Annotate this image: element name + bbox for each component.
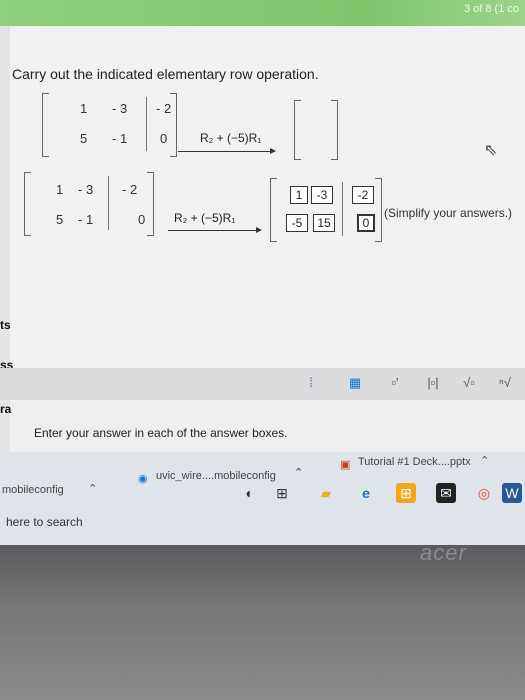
download-item[interactable]: Tutorial #1 Deck....pptx — [358, 456, 471, 468]
superscript-icon[interactable]: ▫' — [386, 374, 404, 392]
chevron-up-icon[interactable]: ⌃ — [294, 466, 303, 479]
matrix-cell: - 2 — [156, 101, 172, 116]
brand-logo: acer — [420, 540, 467, 565]
browser-file-icon: ◉ — [138, 473, 148, 485]
microphone-icon[interactable]: ◖ — [238, 483, 258, 503]
task-view-icon[interactable]: ⊞ — [272, 483, 292, 503]
top-bar: 3 of 8 (1 co — [0, 0, 525, 26]
word-icon[interactable]: W — [502, 483, 522, 503]
question-result-matrix — [294, 100, 338, 160]
mouse-cursor-icon: ⇖ — [484, 142, 498, 159]
answer-box-r2c2[interactable]: 15 — [313, 214, 335, 232]
taskbar-search[interactable]: here to search — [6, 515, 83, 529]
simplify-hint: (Simplify your answers.) — [384, 206, 513, 220]
matrix-cell: 1 — [56, 182, 64, 197]
question-prompt: Carry out the indicated elementary row o… — [12, 66, 319, 82]
matrix-cell: - 3 — [112, 101, 128, 116]
side-label-points: ts — [0, 318, 11, 332]
store-icon[interactable]: ⊞ — [396, 483, 416, 503]
chevron-up-icon[interactable]: ⌃ — [88, 482, 97, 495]
matrix-cell: - 1 — [78, 212, 94, 227]
matrix-cell: 5 — [80, 131, 88, 146]
chevron-up-icon[interactable]: ⌃ — [480, 454, 489, 467]
answer-box-r2c3[interactable]: 0 — [357, 214, 375, 232]
screen: 3 of 8 (1 co Carry out the indicated ele… — [0, 0, 525, 545]
matrix-cell: - 1 — [112, 131, 128, 146]
row-operation: R₂ + (−5)R₁ — [200, 131, 262, 145]
arrow — [168, 227, 262, 233]
powerpoint-icon: ▣ — [340, 459, 351, 471]
matrix-cell: 0 — [160, 131, 168, 146]
question-matrix: 1 - 3 - 2 5 - 1 0 — [42, 93, 177, 157]
abs-icon[interactable]: |▫| — [424, 374, 442, 392]
download-item[interactable]: mobileconfig — [2, 484, 64, 496]
answer-instruction-area: Enter your answer in each of the answer … — [12, 402, 525, 452]
nth-root-icon[interactable]: ⁿ√ — [496, 374, 514, 392]
matrix-cell: 0 — [138, 212, 146, 227]
matrix-icon[interactable]: ▦ — [346, 374, 364, 392]
download-item[interactable]: uvic_wire....mobileconfig — [156, 470, 276, 482]
matrix-cell: 1 — [80, 101, 88, 116]
matrix-cell: 5 — [56, 212, 64, 227]
matrix-cell: - 2 — [122, 182, 138, 197]
mail-icon[interactable]: ✉ — [436, 483, 456, 503]
file-explorer-icon[interactable]: ▰ — [316, 483, 336, 503]
answer-box-r1c3[interactable]: -2 — [352, 186, 374, 204]
answer-box-r2c1[interactable]: -5 — [286, 214, 308, 232]
arrow — [178, 148, 276, 154]
answer-instruction: Enter your answer in each of the answer … — [34, 426, 288, 440]
answer-box-r1c2[interactable]: -3 — [311, 186, 333, 204]
sqrt-icon[interactable]: √▫ — [460, 374, 478, 392]
answer-left-matrix: 1 - 3 - 2 5 - 1 0 — [24, 172, 154, 236]
row-operation: R₂ + (−5)R₁ — [174, 211, 236, 225]
matrix-cell: - 3 — [78, 182, 94, 197]
chrome-icon[interactable]: ◎ — [474, 483, 494, 503]
edge-icon[interactable]: e — [356, 483, 376, 503]
laptop-bezel — [0, 545, 525, 700]
progress-indicator: 3 of 8 (1 co — [463, 3, 519, 15]
math-toolbar: ⁞ ▦ ▫' |▫| √▫ ⁿ√ — [0, 368, 525, 400]
answer-box-r1c1[interactable]: 1 — [290, 186, 308, 204]
fraction-icon[interactable]: ⁞ — [302, 374, 320, 392]
